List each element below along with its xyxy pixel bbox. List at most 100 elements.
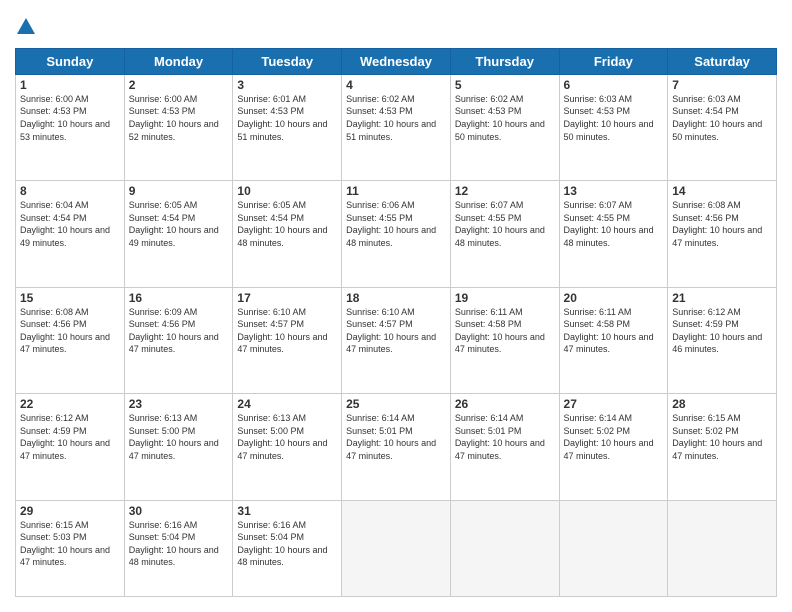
day-cell-18: 18 Sunrise: 6:10 AM Sunset: 4:57 PM Dayl…	[342, 287, 451, 393]
day-cell-6: 6 Sunrise: 6:03 AM Sunset: 4:53 PM Dayli…	[559, 74, 668, 180]
week-row-5: 29 Sunrise: 6:15 AM Sunset: 5:03 PM Dayl…	[16, 500, 777, 596]
day-cell-25: 25 Sunrise: 6:14 AM Sunset: 5:01 PM Dayl…	[342, 394, 451, 500]
day-cell-20: 20 Sunrise: 6:11 AM Sunset: 4:58 PM Dayl…	[559, 287, 668, 393]
day-number: 29	[20, 504, 120, 518]
day-number: 27	[564, 397, 664, 411]
day-cell-30: 30 Sunrise: 6:16 AM Sunset: 5:04 PM Dayl…	[124, 500, 233, 596]
day-info: Sunrise: 6:08 AM Sunset: 4:56 PM Dayligh…	[672, 199, 772, 249]
day-info: Sunrise: 6:02 AM Sunset: 4:53 PM Dayligh…	[346, 93, 446, 143]
day-cell-12: 12 Sunrise: 6:07 AM Sunset: 4:55 PM Dayl…	[450, 181, 559, 287]
day-info: Sunrise: 6:12 AM Sunset: 4:59 PM Dayligh…	[672, 306, 772, 356]
day-number: 6	[564, 78, 664, 92]
day-number: 25	[346, 397, 446, 411]
day-number: 26	[455, 397, 555, 411]
day-cell-5: 5 Sunrise: 6:02 AM Sunset: 4:53 PM Dayli…	[450, 74, 559, 180]
day-info: Sunrise: 6:16 AM Sunset: 5:04 PM Dayligh…	[129, 519, 229, 569]
day-info: Sunrise: 6:03 AM Sunset: 4:53 PM Dayligh…	[564, 93, 664, 143]
day-number: 2	[129, 78, 229, 92]
day-number: 15	[20, 291, 120, 305]
day-info: Sunrise: 6:14 AM Sunset: 5:01 PM Dayligh…	[455, 412, 555, 462]
day-cell-22: 22 Sunrise: 6:12 AM Sunset: 4:59 PM Dayl…	[16, 394, 125, 500]
weekday-header-tuesday: Tuesday	[233, 48, 342, 74]
day-cell-1: 1 Sunrise: 6:00 AM Sunset: 4:53 PM Dayli…	[16, 74, 125, 180]
day-info: Sunrise: 6:00 AM Sunset: 4:53 PM Dayligh…	[129, 93, 229, 143]
day-cell-4: 4 Sunrise: 6:02 AM Sunset: 4:53 PM Dayli…	[342, 74, 451, 180]
day-info: Sunrise: 6:04 AM Sunset: 4:54 PM Dayligh…	[20, 199, 120, 249]
day-cell-2: 2 Sunrise: 6:00 AM Sunset: 4:53 PM Dayli…	[124, 74, 233, 180]
day-info: Sunrise: 6:10 AM Sunset: 4:57 PM Dayligh…	[346, 306, 446, 356]
day-info: Sunrise: 6:09 AM Sunset: 4:56 PM Dayligh…	[129, 306, 229, 356]
weekday-header-friday: Friday	[559, 48, 668, 74]
logo	[15, 15, 37, 38]
day-info: Sunrise: 6:13 AM Sunset: 5:00 PM Dayligh…	[129, 412, 229, 462]
day-cell-29: 29 Sunrise: 6:15 AM Sunset: 5:03 PM Dayl…	[16, 500, 125, 596]
day-info: Sunrise: 6:05 AM Sunset: 4:54 PM Dayligh…	[129, 199, 229, 249]
day-info: Sunrise: 6:08 AM Sunset: 4:56 PM Dayligh…	[20, 306, 120, 356]
day-cell-26: 26 Sunrise: 6:14 AM Sunset: 5:01 PM Dayl…	[450, 394, 559, 500]
week-row-4: 22 Sunrise: 6:12 AM Sunset: 4:59 PM Dayl…	[16, 394, 777, 500]
day-cell-23: 23 Sunrise: 6:13 AM Sunset: 5:00 PM Dayl…	[124, 394, 233, 500]
day-cell-19: 19 Sunrise: 6:11 AM Sunset: 4:58 PM Dayl…	[450, 287, 559, 393]
day-info: Sunrise: 6:07 AM Sunset: 4:55 PM Dayligh…	[564, 199, 664, 249]
day-cell-3: 3 Sunrise: 6:01 AM Sunset: 4:53 PM Dayli…	[233, 74, 342, 180]
day-number: 21	[672, 291, 772, 305]
day-cell-15: 15 Sunrise: 6:08 AM Sunset: 4:56 PM Dayl…	[16, 287, 125, 393]
day-number: 24	[237, 397, 337, 411]
logo-icon	[15, 16, 37, 38]
day-number: 18	[346, 291, 446, 305]
header	[15, 15, 777, 38]
calendar-table: SundayMondayTuesdayWednesdayThursdayFrid…	[15, 48, 777, 597]
day-number: 17	[237, 291, 337, 305]
day-info: Sunrise: 6:00 AM Sunset: 4:53 PM Dayligh…	[20, 93, 120, 143]
day-info: Sunrise: 6:16 AM Sunset: 5:04 PM Dayligh…	[237, 519, 337, 569]
day-info: Sunrise: 6:05 AM Sunset: 4:54 PM Dayligh…	[237, 199, 337, 249]
day-number: 5	[455, 78, 555, 92]
day-info: Sunrise: 6:02 AM Sunset: 4:53 PM Dayligh…	[455, 93, 555, 143]
page: SundayMondayTuesdayWednesdayThursdayFrid…	[0, 0, 792, 612]
day-info: Sunrise: 6:01 AM Sunset: 4:53 PM Dayligh…	[237, 93, 337, 143]
day-info: Sunrise: 6:06 AM Sunset: 4:55 PM Dayligh…	[346, 199, 446, 249]
day-cell-31: 31 Sunrise: 6:16 AM Sunset: 5:04 PM Dayl…	[233, 500, 342, 596]
day-info: Sunrise: 6:15 AM Sunset: 5:03 PM Dayligh…	[20, 519, 120, 569]
week-row-2: 8 Sunrise: 6:04 AM Sunset: 4:54 PM Dayli…	[16, 181, 777, 287]
day-cell-28: 28 Sunrise: 6:15 AM Sunset: 5:02 PM Dayl…	[668, 394, 777, 500]
weekday-header-monday: Monday	[124, 48, 233, 74]
weekday-header-wednesday: Wednesday	[342, 48, 451, 74]
day-number: 3	[237, 78, 337, 92]
weekday-header-thursday: Thursday	[450, 48, 559, 74]
day-number: 20	[564, 291, 664, 305]
day-number: 11	[346, 184, 446, 198]
day-cell-7: 7 Sunrise: 6:03 AM Sunset: 4:54 PM Dayli…	[668, 74, 777, 180]
day-info: Sunrise: 6:11 AM Sunset: 4:58 PM Dayligh…	[564, 306, 664, 356]
day-info: Sunrise: 6:03 AM Sunset: 4:54 PM Dayligh…	[672, 93, 772, 143]
empty-cell	[668, 500, 777, 596]
day-number: 13	[564, 184, 664, 198]
day-number: 12	[455, 184, 555, 198]
day-cell-8: 8 Sunrise: 6:04 AM Sunset: 4:54 PM Dayli…	[16, 181, 125, 287]
day-cell-21: 21 Sunrise: 6:12 AM Sunset: 4:59 PM Dayl…	[668, 287, 777, 393]
day-cell-24: 24 Sunrise: 6:13 AM Sunset: 5:00 PM Dayl…	[233, 394, 342, 500]
day-number: 31	[237, 504, 337, 518]
weekday-header-saturday: Saturday	[668, 48, 777, 74]
empty-cell	[342, 500, 451, 596]
week-row-1: 1 Sunrise: 6:00 AM Sunset: 4:53 PM Dayli…	[16, 74, 777, 180]
day-number: 9	[129, 184, 229, 198]
day-info: Sunrise: 6:11 AM Sunset: 4:58 PM Dayligh…	[455, 306, 555, 356]
day-number: 1	[20, 78, 120, 92]
day-cell-9: 9 Sunrise: 6:05 AM Sunset: 4:54 PM Dayli…	[124, 181, 233, 287]
empty-cell	[559, 500, 668, 596]
day-number: 14	[672, 184, 772, 198]
day-cell-11: 11 Sunrise: 6:06 AM Sunset: 4:55 PM Dayl…	[342, 181, 451, 287]
day-cell-16: 16 Sunrise: 6:09 AM Sunset: 4:56 PM Dayl…	[124, 287, 233, 393]
week-row-3: 15 Sunrise: 6:08 AM Sunset: 4:56 PM Dayl…	[16, 287, 777, 393]
day-cell-10: 10 Sunrise: 6:05 AM Sunset: 4:54 PM Dayl…	[233, 181, 342, 287]
day-number: 4	[346, 78, 446, 92]
day-number: 19	[455, 291, 555, 305]
day-info: Sunrise: 6:12 AM Sunset: 4:59 PM Dayligh…	[20, 412, 120, 462]
day-info: Sunrise: 6:07 AM Sunset: 4:55 PM Dayligh…	[455, 199, 555, 249]
day-info: Sunrise: 6:14 AM Sunset: 5:01 PM Dayligh…	[346, 412, 446, 462]
day-number: 10	[237, 184, 337, 198]
day-cell-14: 14 Sunrise: 6:08 AM Sunset: 4:56 PM Dayl…	[668, 181, 777, 287]
day-number: 23	[129, 397, 229, 411]
day-cell-17: 17 Sunrise: 6:10 AM Sunset: 4:57 PM Dayl…	[233, 287, 342, 393]
